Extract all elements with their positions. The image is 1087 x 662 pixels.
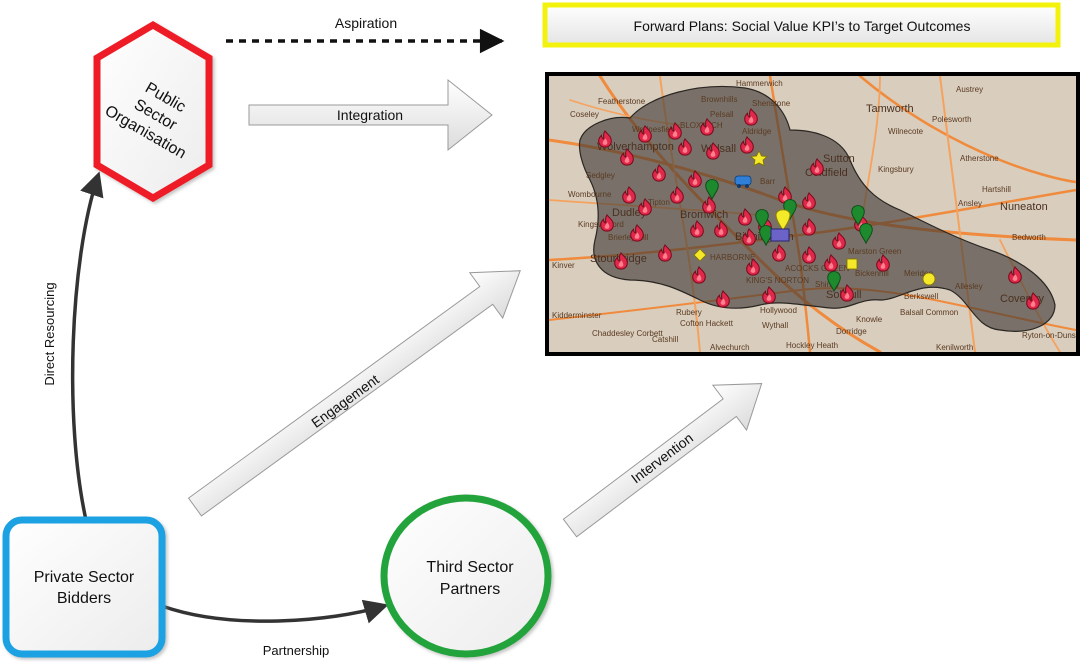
svg-text:Atherstone: Atherstone [960, 154, 999, 163]
square-marker [846, 258, 858, 270]
private-sector-line2: Bidders [57, 590, 111, 607]
third-sector-node [380, 494, 552, 658]
svg-text:Wilnecote: Wilnecote [888, 127, 924, 136]
svg-text:Aldridge: Aldridge [742, 127, 772, 136]
engagement-label: Engagement [308, 371, 382, 431]
integration-label: Integration [337, 107, 403, 123]
svg-text:Kinver: Kinver [552, 261, 575, 270]
svg-text:Allesley: Allesley [955, 282, 983, 291]
svg-text:Hartshill: Hartshill [982, 185, 1011, 194]
svg-text:Marston Green: Marston Green [848, 247, 901, 256]
svg-text:Tipton: Tipton [648, 198, 670, 207]
forward-plans-title: Forward Plans: Social Value KPI’s to Tar… [634, 18, 971, 34]
partnership-connector [161, 599, 389, 624]
svg-text:Brownhills: Brownhills [701, 95, 737, 104]
svg-text:Catshill: Catshill [652, 335, 678, 344]
intervention-label: Intervention [628, 430, 696, 487]
private-sector-line1: Private Sector [34, 569, 135, 586]
svg-text:Featherstone: Featherstone [598, 97, 646, 106]
aspiration-label: Aspiration [335, 15, 397, 31]
direct-resourcing-connector [70, 171, 104, 521]
svg-text:Barr: Barr [760, 177, 775, 186]
svg-text:Berkswell: Berkswell [904, 292, 938, 301]
third-sector-line2: Partners [440, 581, 500, 598]
svg-text:Coseley: Coseley [570, 110, 599, 119]
svg-text:HARBORNE: HARBORNE [710, 253, 755, 262]
outcomes-map: Hammerwich Austrey Featherstone Brownhil… [545, 72, 1080, 356]
svg-text:Kidderminster: Kidderminster [552, 311, 602, 320]
svg-text:Wythall: Wythall [762, 321, 788, 330]
svg-text:Rubery: Rubery [676, 308, 702, 317]
circle-marker [922, 272, 936, 286]
svg-text:Hammerwich: Hammerwich [736, 79, 783, 88]
svg-text:Ansley: Ansley [958, 199, 982, 208]
svg-text:Pelsall: Pelsall [710, 110, 734, 119]
svg-text:Hockley Heath: Hockley Heath [786, 341, 838, 350]
svg-text:Kenilworth: Kenilworth [936, 343, 973, 352]
svg-text:Balsall Common: Balsall Common [900, 308, 958, 317]
svg-text:Austrey: Austrey [956, 85, 983, 94]
svg-text:Bedworth: Bedworth [1012, 233, 1046, 242]
private-sector-node [2, 516, 166, 658]
partnership-label: Partnership [263, 643, 329, 658]
svg-text:Nuneaton: Nuneaton [1000, 201, 1048, 213]
direct-resourcing-label: Direct Resourcing [42, 282, 57, 385]
third-sector-line1: Third Sector [426, 559, 514, 576]
car-marker [734, 175, 752, 186]
svg-text:Dorridge: Dorridge [836, 327, 867, 336]
svg-text:Cofton Hackett: Cofton Hackett [680, 319, 734, 328]
svg-text:Sutton: Sutton [823, 153, 855, 165]
building-marker [770, 228, 790, 242]
svg-text:Alvechurch: Alvechurch [710, 343, 750, 352]
svg-text:Tamworth: Tamworth [866, 103, 914, 115]
svg-text:Polesworth: Polesworth [932, 115, 972, 124]
svg-text:KING'S NORTON: KING'S NORTON [746, 276, 809, 285]
social-value-diagram: Aspiration Integration Direct Resourcing… [2, 2, 1080, 658]
svg-text:Knowle: Knowle [856, 315, 883, 324]
svg-text:Hollywood: Hollywood [760, 306, 797, 315]
svg-text:Sedgley: Sedgley [586, 171, 615, 180]
svg-text:Shenstone: Shenstone [752, 99, 791, 108]
svg-text:Wombourne: Wombourne [568, 190, 612, 199]
svg-text:Kingsbury: Kingsbury [878, 165, 914, 174]
svg-text:ACOCKS GREEN: ACOCKS GREEN [785, 264, 850, 273]
